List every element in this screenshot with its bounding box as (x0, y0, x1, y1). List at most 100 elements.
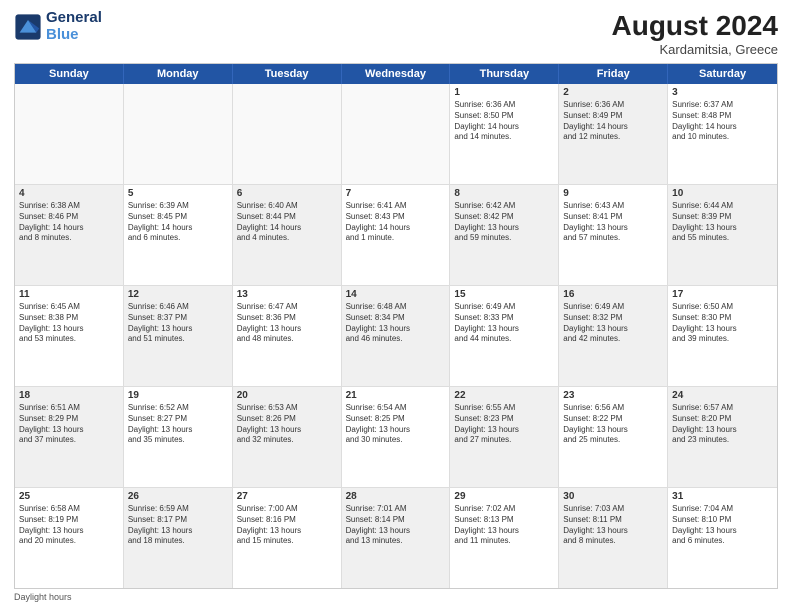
day-number: 16 (563, 289, 663, 300)
calendar-day-5: 5 Sunrise: 6:39 AM Sunset: 8:45 PM Daylig… (124, 185, 233, 285)
day-info: Sunrise: 6:39 AM Sunset: 8:45 PM Dayligh… (128, 201, 228, 244)
day-info: Sunrise: 6:54 AM Sunset: 8:25 PM Dayligh… (346, 403, 446, 446)
calendar-day-6: 6 Sunrise: 6:40 AM Sunset: 8:44 PM Daylig… (233, 185, 342, 285)
calendar-week-3: 11 Sunrise: 6:45 AM Sunset: 8:38 PM Dayli… (15, 286, 777, 387)
calendar-day-28: 28 Sunrise: 7:01 AM Sunset: 8:14 PM Dayli… (342, 488, 451, 588)
calendar-empty-cell (342, 84, 451, 184)
calendar-day-15: 15 Sunrise: 6:49 AM Sunset: 8:33 PM Dayli… (450, 286, 559, 386)
day-number: 13 (237, 289, 337, 300)
calendar-empty-cell (124, 84, 233, 184)
day-info: Sunrise: 6:46 AM Sunset: 8:37 PM Dayligh… (128, 302, 228, 345)
calendar-day-9: 9Sunrise: 6:43 AM Sunset: 8:41 PM Daylig… (559, 185, 668, 285)
header: General Blue August 2024 Kardamitsia, Gr… (14, 10, 778, 57)
day-number: 18 (19, 390, 119, 401)
calendar-header-friday: Friday (559, 64, 668, 84)
day-number: 10 (672, 188, 773, 199)
day-number: 22 (454, 390, 554, 401)
calendar-day-13: 13 Sunrise: 6:47 AM Sunset: 8:36 PM Dayli… (233, 286, 342, 386)
day-number: 25 (19, 491, 119, 502)
day-info: Sunrise: 6:56 AM Sunset: 8:22 PM Dayligh… (563, 403, 663, 446)
calendar-week-1: 1 Sunrise: 6:36 AM Sunset: 8:50 PM Daylig… (15, 84, 777, 185)
calendar-day-17: 17Sunrise: 6:50 AM Sunset: 8:30 PM Dayli… (668, 286, 777, 386)
day-info: Sunrise: 6:45 AM Sunset: 8:38 PM Dayligh… (19, 302, 119, 345)
calendar-header-row: SundayMondayTuesdayWednesdayThursdayFrid… (15, 64, 777, 84)
day-number: 12 (128, 289, 228, 300)
calendar-day-25: 25Sunrise: 6:58 AM Sunset: 8:19 PM Dayli… (15, 488, 124, 588)
calendar-day-1: 1 Sunrise: 6:36 AM Sunset: 8:50 PM Daylig… (450, 84, 559, 184)
calendar-day-16: 16 Sunrise: 6:49 AM Sunset: 8:32 PM Dayli… (559, 286, 668, 386)
day-number: 26 (128, 491, 228, 502)
calendar-day-10: 10 Sunrise: 6:44 AM Sunset: 8:39 PM Dayli… (668, 185, 777, 285)
day-info: Sunrise: 6:55 AM Sunset: 8:23 PM Dayligh… (454, 403, 554, 446)
calendar-day-26: 26 Sunrise: 6:59 AM Sunset: 8:17 PM Dayli… (124, 488, 233, 588)
calendar-week-2: 4 Sunrise: 6:38 AM Sunset: 8:46 PM Daylig… (15, 185, 777, 286)
day-info: Sunrise: 7:03 AM Sunset: 8:11 PM Dayligh… (563, 504, 663, 547)
logo-text: General Blue (46, 10, 102, 43)
logo-icon (14, 13, 42, 41)
day-info: Sunrise: 6:38 AM Sunset: 8:46 PM Dayligh… (19, 201, 119, 244)
day-number: 1 (454, 87, 554, 98)
day-number: 11 (19, 289, 119, 300)
day-number: 6 (237, 188, 337, 199)
calendar-day-2: 2 Sunrise: 6:36 AM Sunset: 8:49 PM Daylig… (559, 84, 668, 184)
day-number: 15 (454, 289, 554, 300)
calendar-day-12: 12 Sunrise: 6:46 AM Sunset: 8:37 PM Dayli… (124, 286, 233, 386)
calendar-header-saturday: Saturday (668, 64, 777, 84)
day-info: Sunrise: 6:36 AM Sunset: 8:50 PM Dayligh… (454, 100, 554, 143)
day-number: 19 (128, 390, 228, 401)
calendar-header-tuesday: Tuesday (233, 64, 342, 84)
calendar-header-sunday: Sunday (15, 64, 124, 84)
sub-title: Kardamitsia, Greece (612, 42, 779, 57)
calendar-header-wednesday: Wednesday (342, 64, 451, 84)
day-info: Sunrise: 6:50 AM Sunset: 8:30 PM Dayligh… (672, 302, 773, 345)
day-info: Sunrise: 6:40 AM Sunset: 8:44 PM Dayligh… (237, 201, 337, 244)
footer-note: Daylight hours (14, 592, 778, 602)
day-info: Sunrise: 7:04 AM Sunset: 8:10 PM Dayligh… (672, 504, 773, 547)
calendar-header-thursday: Thursday (450, 64, 559, 84)
calendar-day-30: 30Sunrise: 7:03 AM Sunset: 8:11 PM Dayli… (559, 488, 668, 588)
calendar-day-3: 3 Sunrise: 6:37 AM Sunset: 8:48 PM Daylig… (668, 84, 777, 184)
day-number: 3 (672, 87, 773, 98)
day-info: Sunrise: 6:57 AM Sunset: 8:20 PM Dayligh… (672, 403, 773, 446)
day-number: 5 (128, 188, 228, 199)
calendar-day-11: 11 Sunrise: 6:45 AM Sunset: 8:38 PM Dayli… (15, 286, 124, 386)
calendar-header-monday: Monday (124, 64, 233, 84)
day-number: 4 (19, 188, 119, 199)
day-info: Sunrise: 6:37 AM Sunset: 8:48 PM Dayligh… (672, 100, 773, 143)
day-number: 21 (346, 390, 446, 401)
calendar-day-7: 7Sunrise: 6:41 AM Sunset: 8:43 PM Daylig… (342, 185, 451, 285)
day-info: Sunrise: 6:49 AM Sunset: 8:33 PM Dayligh… (454, 302, 554, 345)
day-info: Sunrise: 6:52 AM Sunset: 8:27 PM Dayligh… (128, 403, 228, 446)
calendar-day-31: 31Sunrise: 7:04 AM Sunset: 8:10 PM Dayli… (668, 488, 777, 588)
title-block: August 2024 Kardamitsia, Greece (612, 10, 779, 57)
day-info: Sunrise: 6:44 AM Sunset: 8:39 PM Dayligh… (672, 201, 773, 244)
day-info: Sunrise: 7:01 AM Sunset: 8:14 PM Dayligh… (346, 504, 446, 547)
day-info: Sunrise: 7:00 AM Sunset: 8:16 PM Dayligh… (237, 504, 337, 547)
day-info: Sunrise: 6:53 AM Sunset: 8:26 PM Dayligh… (237, 403, 337, 446)
day-info: Sunrise: 6:49 AM Sunset: 8:32 PM Dayligh… (563, 302, 663, 345)
day-info: Sunrise: 6:59 AM Sunset: 8:17 PM Dayligh… (128, 504, 228, 547)
calendar-week-5: 25Sunrise: 6:58 AM Sunset: 8:19 PM Dayli… (15, 488, 777, 588)
page: General Blue August 2024 Kardamitsia, Gr… (0, 0, 792, 612)
day-number: 2 (563, 87, 663, 98)
day-info: Sunrise: 6:36 AM Sunset: 8:49 PM Dayligh… (563, 100, 663, 143)
day-info: Sunrise: 6:42 AM Sunset: 8:42 PM Dayligh… (454, 201, 554, 244)
day-info: Sunrise: 6:41 AM Sunset: 8:43 PM Dayligh… (346, 201, 446, 244)
calendar-day-24: 24 Sunrise: 6:57 AM Sunset: 8:20 PM Dayli… (668, 387, 777, 487)
calendar-day-19: 19 Sunrise: 6:52 AM Sunset: 8:27 PM Dayli… (124, 387, 233, 487)
main-title: August 2024 (612, 10, 779, 42)
day-number: 14 (346, 289, 446, 300)
calendar-day-27: 27Sunrise: 7:00 AM Sunset: 8:16 PM Dayli… (233, 488, 342, 588)
calendar-day-4: 4 Sunrise: 6:38 AM Sunset: 8:46 PM Daylig… (15, 185, 124, 285)
calendar-day-8: 8 Sunrise: 6:42 AM Sunset: 8:42 PM Daylig… (450, 185, 559, 285)
day-info: Sunrise: 6:43 AM Sunset: 8:41 PM Dayligh… (563, 201, 663, 244)
day-number: 8 (454, 188, 554, 199)
calendar-day-23: 23Sunrise: 6:56 AM Sunset: 8:22 PM Dayli… (559, 387, 668, 487)
day-number: 24 (672, 390, 773, 401)
calendar-day-21: 21 Sunrise: 6:54 AM Sunset: 8:25 PM Dayli… (342, 387, 451, 487)
day-info: Sunrise: 6:47 AM Sunset: 8:36 PM Dayligh… (237, 302, 337, 345)
calendar-empty-cell (233, 84, 342, 184)
day-number: 28 (346, 491, 446, 502)
day-number: 20 (237, 390, 337, 401)
calendar-day-22: 22 Sunrise: 6:55 AM Sunset: 8:23 PM Dayli… (450, 387, 559, 487)
